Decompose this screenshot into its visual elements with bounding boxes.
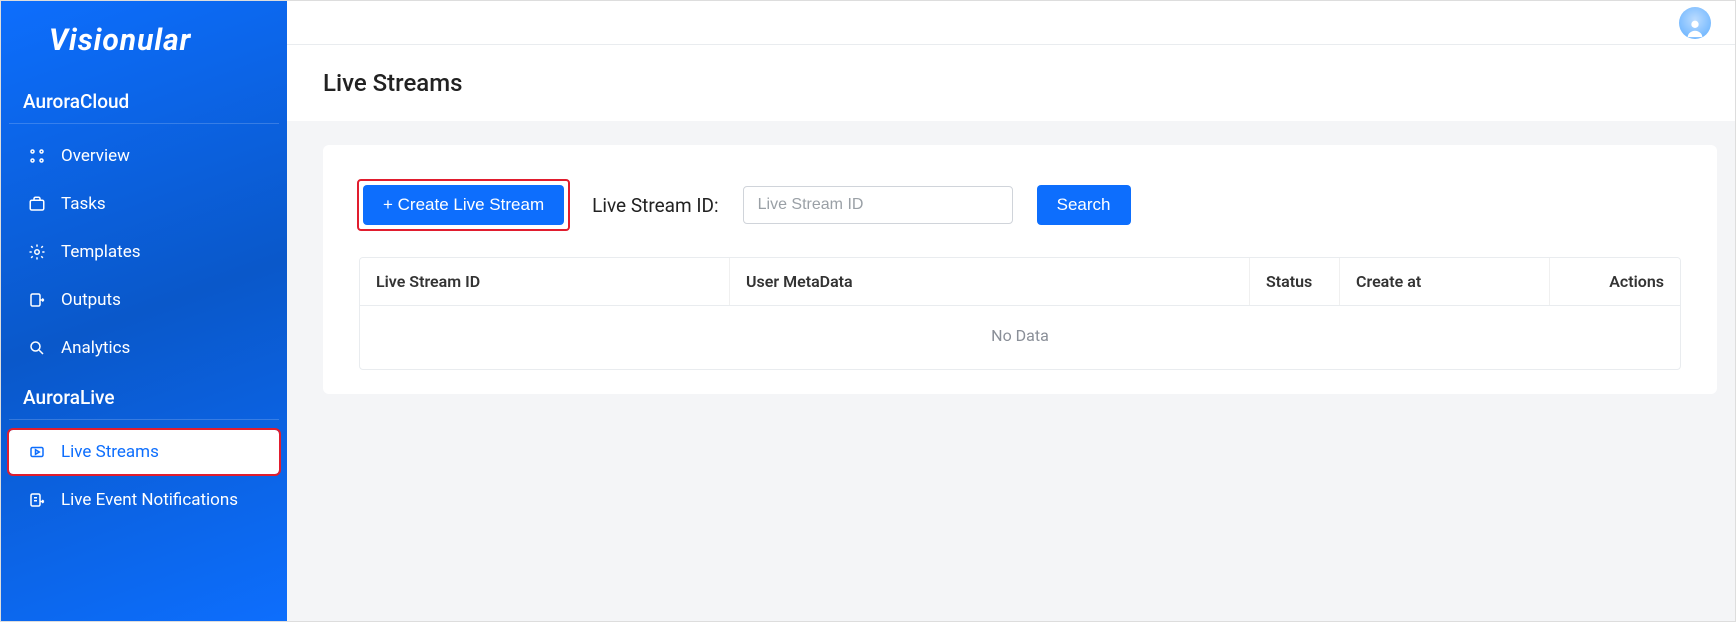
search-button[interactable]: Search [1037, 185, 1131, 225]
create-live-stream-button[interactable]: + Create Live Stream [363, 185, 564, 225]
toolbar: + Create Live Stream Live Stream ID: Sea… [359, 181, 1681, 229]
col-live-stream-id: Live Stream ID [360, 258, 730, 305]
sidebar-item-label: Live Streams [61, 442, 159, 462]
table-header: Live Stream ID User MetaData Status Crea… [360, 258, 1680, 306]
col-actions: Actions [1550, 258, 1680, 305]
sidebar-section-auroralive: AuroraLive [9, 372, 279, 420]
col-status: Status [1250, 258, 1340, 305]
search-icon [27, 338, 47, 358]
sidebar-item-label: Tasks [61, 194, 106, 214]
live-stream-id-label: Live Stream ID: [592, 194, 719, 217]
topbar [287, 1, 1735, 45]
sidebar-section-auroracloud: AuroraCloud [9, 76, 279, 124]
notification-icon [27, 490, 47, 510]
sidebar-item-label: Outputs [61, 290, 121, 310]
avatar[interactable] [1679, 7, 1711, 39]
gear-icon [27, 242, 47, 262]
sidebar-item-label: Overview [61, 146, 130, 166]
table-empty-state: No Data [360, 306, 1680, 369]
create-highlight: + Create Live Stream [359, 181, 568, 229]
stream-icon [27, 442, 47, 462]
streams-table: Live Stream ID User MetaData Status Crea… [359, 257, 1681, 370]
export-icon [27, 290, 47, 310]
briefcase-icon [27, 194, 47, 214]
card: + Create Live Stream Live Stream ID: Sea… [323, 145, 1717, 394]
sidebar-item-outputs[interactable]: Outputs [9, 278, 279, 322]
brand-logo: Visionular [1, 5, 287, 76]
sidebar-item-label: Templates [61, 242, 141, 262]
col-user-metadata: User MetaData [730, 258, 1250, 305]
sidebar-item-live-streams[interactable]: Live Streams [9, 430, 279, 474]
sidebar-item-label: Analytics [61, 338, 130, 358]
sidebar-item-overview[interactable]: Overview [9, 134, 279, 178]
col-create-at: Create at [1340, 258, 1550, 305]
sidebar-item-tasks[interactable]: Tasks [9, 182, 279, 226]
sidebar-item-templates[interactable]: Templates [9, 230, 279, 274]
grid-icon [27, 146, 47, 166]
sidebar-item-analytics[interactable]: Analytics [9, 326, 279, 370]
main: Live Streams + Create Live Stream Live S… [287, 1, 1735, 621]
content: + Create Live Stream Live Stream ID: Sea… [287, 121, 1735, 621]
live-stream-id-input[interactable] [743, 186, 1013, 224]
sidebar: Visionular AuroraCloud Overview Tasks Te… [1, 1, 287, 621]
sidebar-item-label: Live Event Notifications [61, 490, 238, 510]
sidebar-item-live-event-notifications[interactable]: Live Event Notifications [9, 478, 279, 522]
page-title: Live Streams [287, 45, 1735, 121]
